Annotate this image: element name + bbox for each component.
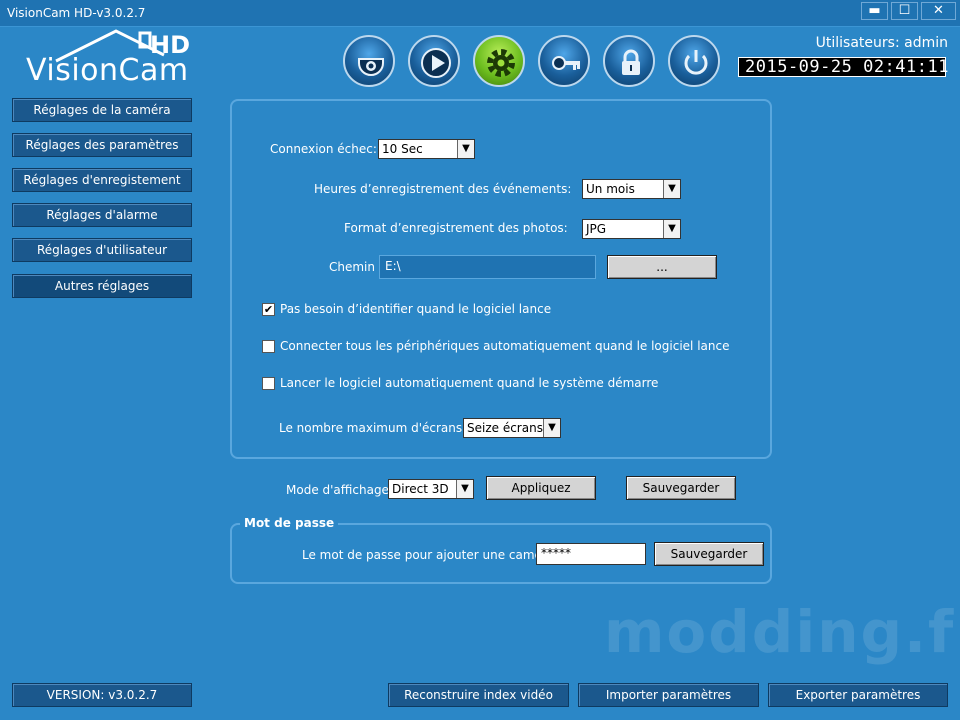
play-icon <box>421 48 451 78</box>
auto-connect-label: Connecter tous les périphériques automat… <box>280 339 730 353</box>
maximize-button[interactable]: ☐ <box>891 2 918 20</box>
nav-lock-button[interactable] <box>603 35 655 87</box>
chevron-down-icon: ▼ <box>456 480 473 498</box>
connection-fail-label: Connexion échec: <box>270 142 377 156</box>
chevron-down-icon: ▼ <box>457 140 474 158</box>
version-label: VERSION: v3.0.2.7 <box>12 683 192 707</box>
event-hours-select[interactable]: Un mois ▼ <box>582 179 681 199</box>
current-user-label: Utilisateurs: admin <box>815 35 948 51</box>
camera-dome-icon <box>358 58 384 76</box>
lock-icon <box>622 49 640 75</box>
sidebar-item-recording-settings[interactable]: Réglages d'enregistement <box>12 168 192 192</box>
minimize-button[interactable]: ▬ <box>861 2 888 20</box>
app-logo: VisionCam HD <box>24 29 204 88</box>
photo-format-label: Format d’enregistrement des photos: <box>344 221 568 235</box>
connection-fail-select[interactable]: 10 Sec ▼ <box>378 139 475 159</box>
browse-button[interactable]: ... <box>607 255 717 279</box>
key-icon <box>552 56 580 70</box>
nav-settings-button[interactable] <box>473 35 525 87</box>
add-camera-password-input[interactable]: ***** <box>536 543 646 565</box>
app-header: VisionCam HD Utilisateurs: admin 2015-09… <box>0 27 960 88</box>
save-password-button[interactable]: Sauvegarder <box>654 542 764 566</box>
auto-start-checkbox[interactable] <box>262 377 275 390</box>
chevron-down-icon: ▼ <box>663 220 680 238</box>
sidebar-item-parameter-settings[interactable]: Réglages des paramètres <box>12 133 192 157</box>
rebuild-index-button[interactable]: Reconstruire index vidéo <box>388 683 569 707</box>
apply-button[interactable]: Appliquez <box>486 476 596 500</box>
password-section-title: Mot de passe <box>240 516 339 530</box>
event-hours-label: Heures d’enregistrement des événements: <box>314 182 572 196</box>
sidebar-item-user-settings[interactable]: Réglages d'utilisateur <box>12 238 192 262</box>
auto-start-label: Lancer le logiciel automatiquement quand… <box>280 376 659 390</box>
sidebar-item-other-settings[interactable]: Autres réglages <box>12 274 192 298</box>
connection-fail-value: 10 Sec <box>382 142 423 156</box>
nav-key-button[interactable] <box>538 35 590 87</box>
path-field[interactable]: E:\ <box>379 255 596 279</box>
no-login-label: Pas besoin d’identifier quand le logicie… <box>280 302 552 316</box>
chevron-down-icon: ▼ <box>543 419 560 437</box>
nav-power-button[interactable] <box>668 35 720 87</box>
display-mode-value: Direct 3D <box>392 482 449 496</box>
sidebar-item-camera-settings[interactable]: Réglages de la caméra <box>12 98 192 122</box>
nav-playback-button[interactable] <box>408 35 460 87</box>
save-display-button[interactable]: Sauvegarder <box>626 476 736 500</box>
close-button[interactable]: ✕ <box>921 2 956 20</box>
max-screens-value: Seize écrans <box>467 421 543 435</box>
event-hours-value: Un mois <box>586 182 635 196</box>
export-settings-button[interactable]: Exporter paramètres <box>768 683 948 707</box>
window-titlebar: VisionCam HD-v3.0.2.7 ▬ ☐ ✕ <box>0 0 960 27</box>
max-screens-select[interactable]: Seize écrans ▼ <box>463 418 561 438</box>
power-icon <box>684 50 708 75</box>
add-camera-password-label: Le mot de passe pour ajouter une caméra <box>302 548 555 562</box>
photo-format-value: JPG <box>586 222 607 236</box>
no-login-checkbox[interactable]: ✔ <box>262 303 275 316</box>
window-title: VisionCam HD-v3.0.2.7 <box>7 6 146 20</box>
auto-connect-checkbox[interactable] <box>262 340 275 353</box>
nav-camera-button[interactable] <box>343 35 395 87</box>
display-mode-select[interactable]: Direct 3D ▼ <box>388 479 474 499</box>
sidebar-item-alarm-settings[interactable]: Réglages d'alarme <box>12 203 192 227</box>
datetime-display: 2015-09-25 02:41:11 <box>738 57 948 77</box>
logo-hd: HD <box>150 31 191 59</box>
chevron-down-icon: ▼ <box>663 180 680 198</box>
photo-format-select[interactable]: JPG ▼ <box>582 219 681 239</box>
import-settings-button[interactable]: Importer paramètres <box>578 683 759 707</box>
display-mode-label: Mode d'affichage: <box>286 483 393 497</box>
path-label: Chemin <box>329 260 375 274</box>
gear-icon <box>487 49 515 77</box>
max-screens-label: Le nombre maximum d'écrans: <box>279 421 467 435</box>
watermark: modding.fr <box>604 598 960 666</box>
